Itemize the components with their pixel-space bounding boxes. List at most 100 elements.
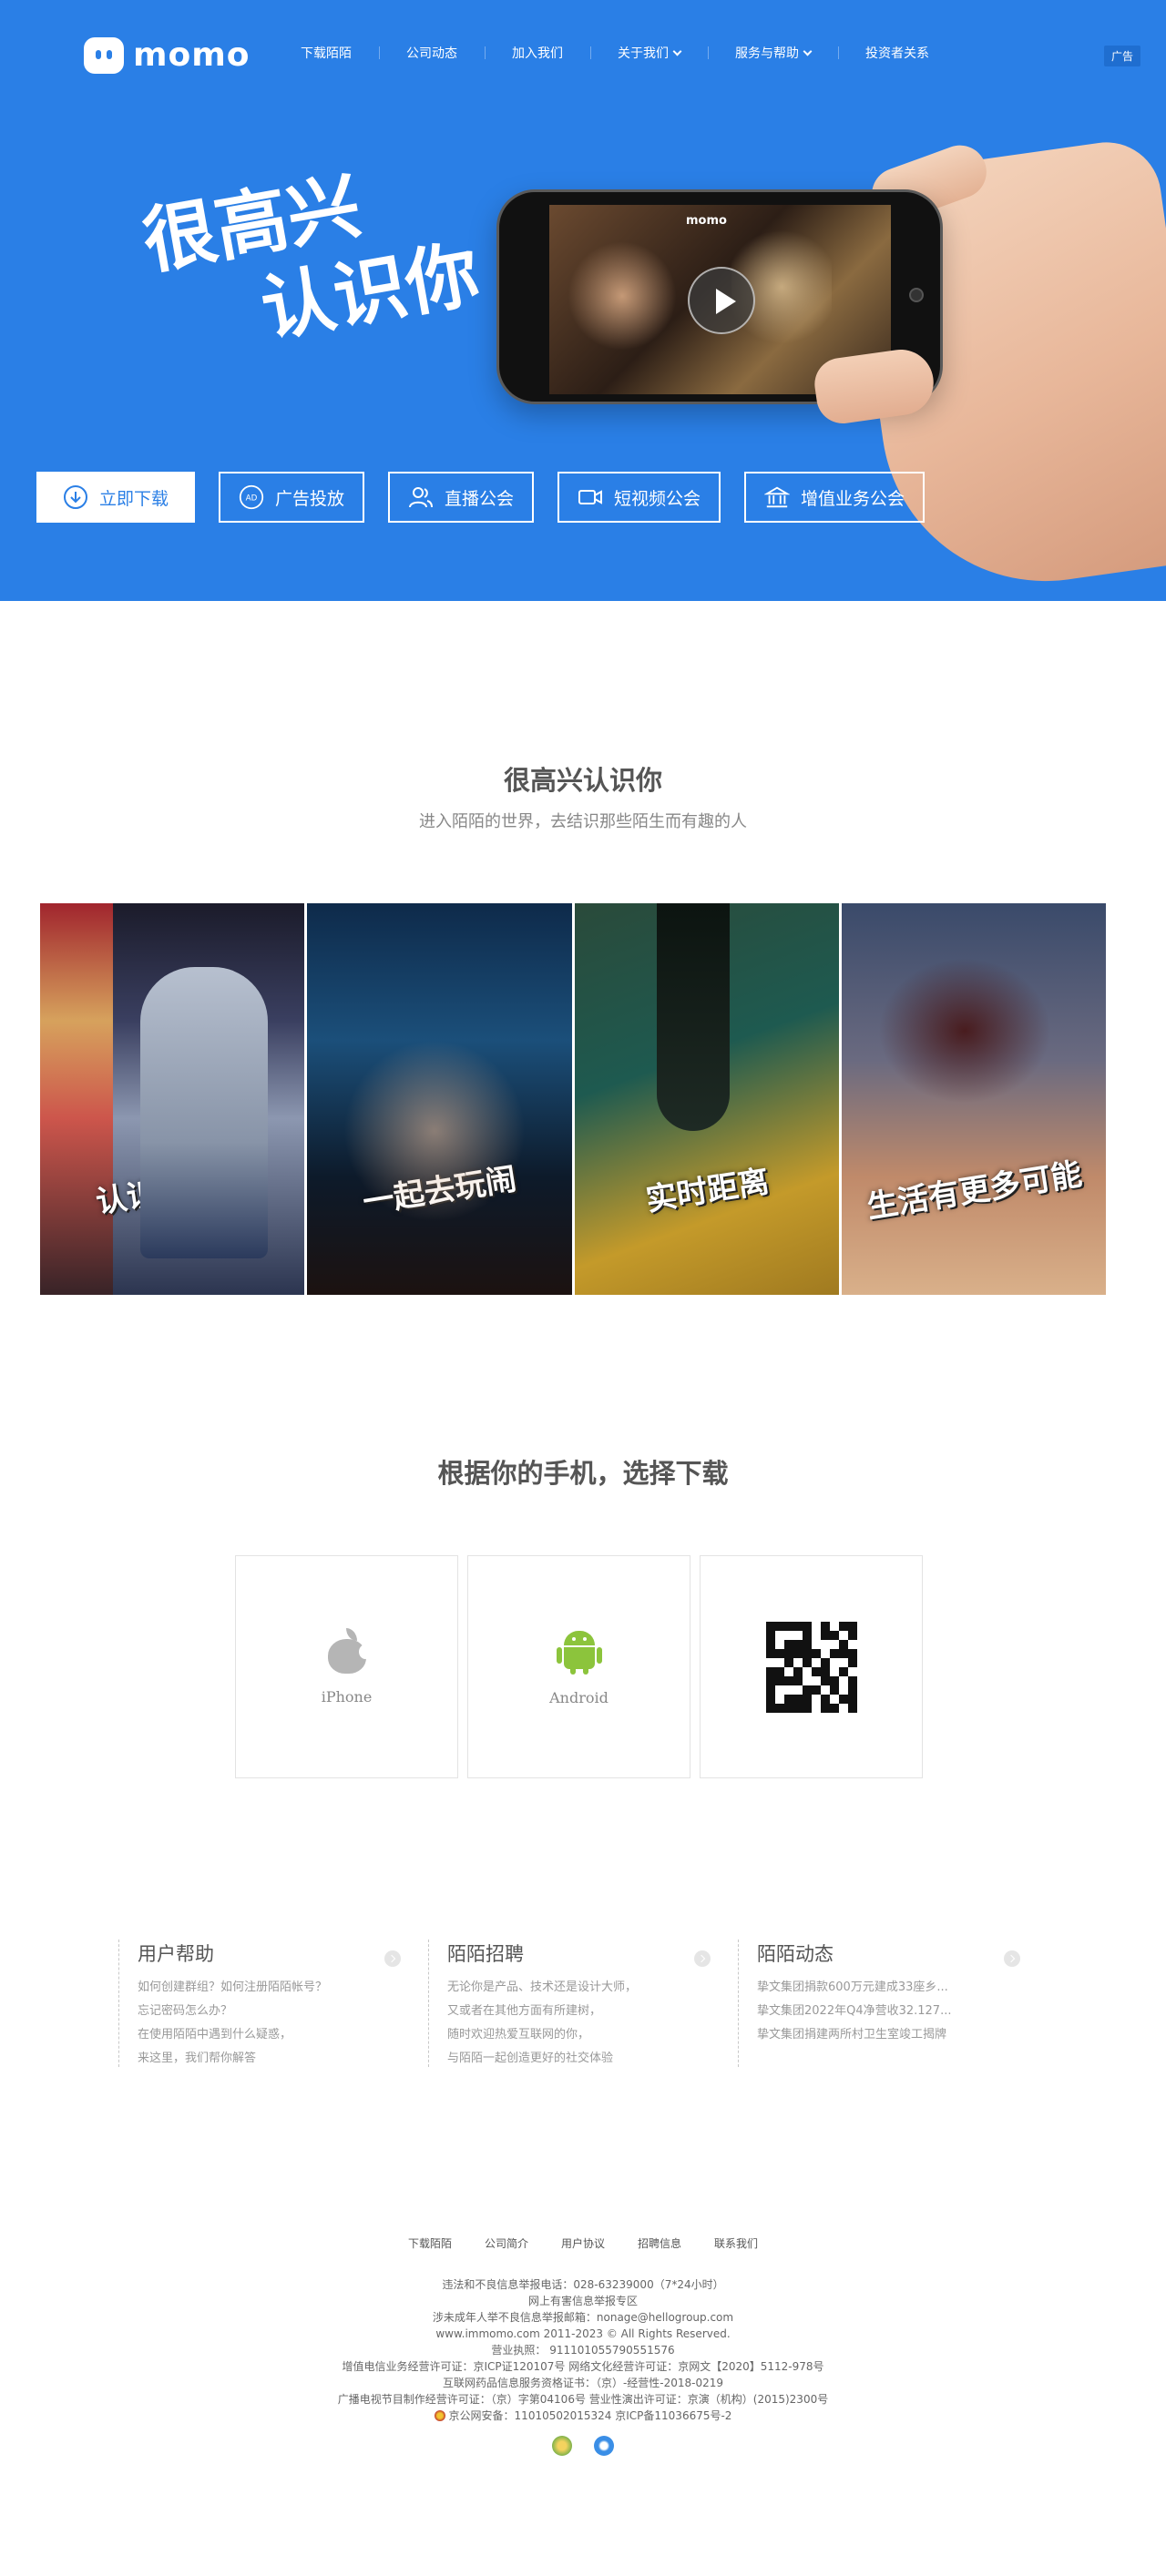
card-label: Android <box>549 1689 609 1706</box>
download-now-button[interactable]: 立即下载 <box>36 472 195 523</box>
news-link[interactable]: 挚文集团2022年Q4净营收32.127... <box>757 2000 1012 2023</box>
button-label: 增值业务公会 <box>801 488 905 509</box>
button-label: 短视频公会 <box>614 488 701 509</box>
news-column: 陌陌动态 挚文集团捐款600万元建成33座乡... 挚文集团2022年Q4净营收… <box>738 1940 1048 2067</box>
users-icon <box>408 484 434 510</box>
svg-text:AD: AD <box>246 494 258 504</box>
certification-badge-icon[interactable] <box>552 2436 572 2456</box>
legal-line: 违法和不良信息举报电话：028-63239000（7*24小时） <box>442 2278 724 2291</box>
iphone-download-card[interactable]: iPhone <box>235 1555 458 1778</box>
video-brand: momo <box>686 214 727 228</box>
legal-line: 涉未成年人举不良信息举报邮箱：nonage@hellogroup.com <box>432 2311 734 2324</box>
feature-tile-more-possibilities: 生活有更多可能 <box>841 903 1106 1295</box>
nav-item-news[interactable]: 公司动态 <box>379 44 485 62</box>
certification-badges <box>0 2436 1166 2456</box>
top-navigation: momo 下载陌陌 公司动态 加入我们 关于我们 服务与帮助 投资者关系 广告 <box>0 0 1166 109</box>
legal-line: www.immomo.com 2011-2023 © All Rights Re… <box>435 2327 731 2340</box>
tile-caption: 一起去玩闹 <box>360 1160 520 1222</box>
nav-item-service-help[interactable]: 服务与帮助 <box>708 44 838 62</box>
value-added-guild-button[interactable]: 增值业务公会 <box>744 472 926 523</box>
legal-line[interactable]: 广播电视节目制作经营许可证：（京）字第04106号 营业性演出许可证：京演（机构… <box>0 2391 1166 2408</box>
play-icon[interactable] <box>688 267 755 334</box>
logo-text: momo <box>133 36 251 74</box>
advertising-button[interactable]: AD 广告投放 <box>219 472 365 523</box>
user-help-column: 用户帮助 如何创建群组？如何注册陌陌帐号？ 忘记密码怎么办？ 在使用陌陌中遇到什… <box>118 1940 428 2067</box>
nav-item-download[interactable]: 下载陌陌 <box>273 44 379 62</box>
footer-link-jobs[interactable]: 招聘信息 <box>638 2235 681 2251</box>
nav-label: 下载陌陌 <box>301 46 352 61</box>
feature-tiles: 认识新朋友 一起去玩闹 实时距离 生活有更多可能 <box>40 903 1106 1295</box>
phone-home-button <box>909 288 924 302</box>
column-line: 在使用陌陌中遇到什么疑惑， <box>138 2028 292 2041</box>
column-title[interactable]: 陌陌招聘 <box>447 1940 738 1967</box>
tile-caption: 生活有更多可能 <box>864 1156 1085 1227</box>
column-line: 忘记密码怎么办？ <box>138 2004 233 2018</box>
qr-code-card <box>700 1555 923 1778</box>
ad-tag[interactable]: 广告 <box>1103 46 1140 66</box>
legal-line[interactable]: 京公网安备：11010502015324 京ICP备11036675号-2 <box>0 2408 1166 2424</box>
download-icon <box>63 484 88 510</box>
news-link[interactable]: 挚文集团捐款600万元建成33座乡... <box>757 1976 1012 2000</box>
short-video-guild-button[interactable]: 短视频公会 <box>557 472 721 523</box>
footer-link-contact[interactable]: 联系我们 <box>714 2235 758 2251</box>
recruitment-column: 陌陌招聘 无论你是产品、技术还是设计大师， 又或者在其他方面有所建树， 随时欢迎… <box>428 1940 738 2067</box>
nav-item-join-us[interactable]: 加入我们 <box>485 44 590 62</box>
feature-tile-distance: 实时距离 <box>574 903 839 1295</box>
chevron-down-icon <box>672 46 682 56</box>
android-icon <box>556 1627 602 1675</box>
android-download-card[interactable]: Android <box>467 1555 690 1778</box>
column-title[interactable]: 用户帮助 <box>138 1940 428 1967</box>
intro-title: 很高兴认识你 <box>503 765 662 796</box>
tile-caption: 实时距离 <box>642 1163 772 1219</box>
button-label: 直播公会 <box>445 488 515 509</box>
column-line: 随时欢迎热爱互联网的你， <box>447 2028 590 2041</box>
legal-line[interactable]: 网上有害信息举报专区 <box>0 2293 1166 2309</box>
info-columns: 用户帮助 如何创建群组？如何注册陌陌帐号？ 忘记密码怎么办？ 在使用陌陌中遇到什… <box>118 1940 1048 2067</box>
arrow-right-icon[interactable] <box>384 1950 401 1967</box>
button-label: 广告投放 <box>275 488 345 509</box>
column-line: 来这里，我们帮你解答 <box>138 2052 257 2065</box>
card-label: iPhone <box>321 1688 373 1705</box>
video-camera-icon <box>578 484 603 510</box>
legal-line[interactable]: 增值电信业务经营许可证：京ICP证120107号 网络文化经营许可证：京网文【2… <box>0 2358 1166 2375</box>
download-title: 根据你的手机，选择下载 <box>437 1458 729 1489</box>
news-link[interactable]: 挚文集团捐建两所村卫生室竣工揭牌 <box>757 2023 1012 2047</box>
feature-tile-have-fun: 一起去玩闹 <box>307 903 572 1295</box>
qr-code-icon <box>765 1621 857 1713</box>
feature-tile-meet-friends: 认识新朋友 <box>40 903 305 1295</box>
trust-badge-icon[interactable] <box>594 2436 614 2456</box>
bank-icon <box>764 484 791 510</box>
column-title[interactable]: 陌陌动态 <box>757 1940 1048 1967</box>
momo-logo[interactable]: momo <box>84 36 251 74</box>
footer-link-download[interactable]: 下载陌陌 <box>408 2235 452 2251</box>
column-line: 无论你是产品、技术还是设计大师， <box>447 1980 638 1994</box>
nav-label: 服务与帮助 <box>735 46 799 61</box>
hero-banner: momo 下载陌陌 公司动态 加入我们 关于我们 服务与帮助 投资者关系 广告 … <box>0 0 1166 601</box>
download-options: iPhone Android <box>235 1555 923 1778</box>
chevron-down-icon <box>803 46 813 56</box>
footer-link-company[interactable]: 公司简介 <box>485 2235 528 2251</box>
legal-info: 违法和不良信息举报电话：028-63239000（7*24小时） 网上有害信息举… <box>0 2276 1166 2424</box>
nav-item-investor-relations[interactable]: 投资者关系 <box>838 44 956 62</box>
nav-label: 关于我们 <box>618 46 669 61</box>
legal-line[interactable]: 营业执照： 911101055790551576 <box>0 2342 1166 2358</box>
police-badge-icon <box>434 2410 445 2421</box>
intro-subtitle: 进入陌陌的世界，去结识那些陌生而有趣的人 <box>419 812 747 831</box>
footer-link-agreement[interactable]: 用户协议 <box>561 2235 605 2251</box>
nav-item-about-us[interactable]: 关于我们 <box>590 44 708 62</box>
apple-icon <box>326 1628 372 1674</box>
nav-label: 加入我们 <box>512 46 563 61</box>
ad-icon: AD <box>239 484 264 510</box>
footer-links: 下载陌陌 公司简介 用户协议 招聘信息 联系我们 <box>0 2235 1166 2251</box>
nav-label: 公司动态 <box>406 46 457 61</box>
main-nav: 下载陌陌 公司动态 加入我们 关于我们 服务与帮助 投资者关系 <box>273 44 956 62</box>
arrow-right-icon[interactable] <box>1004 1950 1020 1967</box>
button-label: 立即下载 <box>98 488 169 509</box>
column-line[interactable]: 如何创建群组？如何注册陌陌帐号？ <box>138 1976 393 2000</box>
nav-label: 投资者关系 <box>865 46 929 61</box>
column-line: 与陌陌一起创造更好的社交体验 <box>447 2052 614 2065</box>
arrow-right-icon[interactable] <box>694 1950 711 1967</box>
legal-line[interactable]: 互联网药品信息服务资格证书：（京）-经营性-2018-0219 <box>0 2375 1166 2391</box>
column-line: 又或者在其他方面有所建树， <box>447 2004 602 2018</box>
live-guild-button[interactable]: 直播公会 <box>388 472 535 523</box>
